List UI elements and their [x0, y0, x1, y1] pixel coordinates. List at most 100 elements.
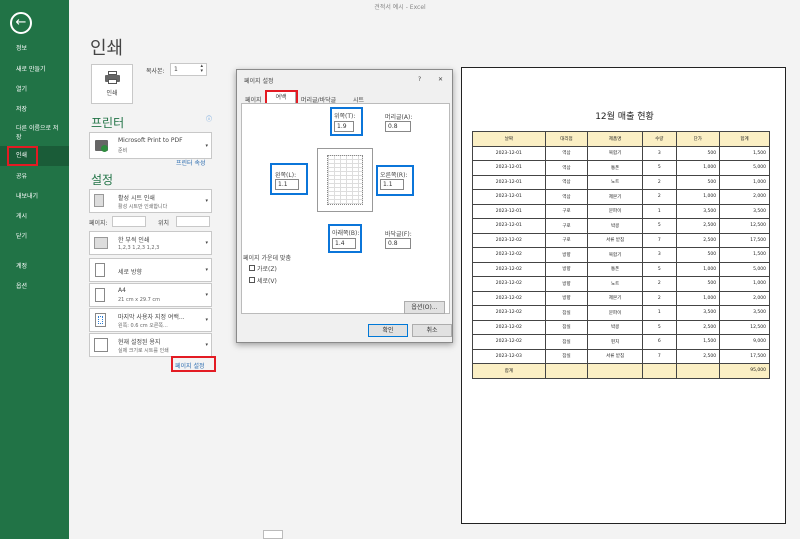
portrait-icon [95, 263, 105, 277]
table-cell: 역삼 [544, 160, 589, 176]
pages-from-input[interactable] [112, 216, 146, 227]
chevron-down-icon: ▾ [205, 342, 208, 348]
table-cell: 2 [642, 290, 677, 306]
table-cell: 2023-12-01 [472, 160, 546, 176]
page-setup-dialog: 페이지 설정 ? ✕ 페이지 여백 머리글/바닥글 시트 위쪽(T): 1.9 … [236, 69, 453, 343]
orientation-select[interactable]: 세로 방향 ▾ [89, 258, 212, 282]
paper-size-title: A4 [118, 287, 126, 294]
table-cell: 2023-12-02 [472, 247, 546, 263]
sidebar-item-open[interactable]: 열기 [0, 85, 69, 94]
help-icon[interactable]: ? [418, 76, 421, 83]
table-cell: 문파이 [587, 203, 644, 219]
collate-icon [94, 237, 108, 249]
collate-select[interactable]: 한 부씩 인쇄 1,2,3 1,2,3 1,2,3 ▾ [89, 231, 212, 255]
table-row: 2023-12-01 구로 문파이 1 3,500 3,500 [472, 203, 770, 219]
scaling-select[interactable]: 현재 설정된 용지 실제 크기로 시트를 인쇄 ▾ [89, 333, 212, 357]
sidebar-item-publish[interactable]: 게시 [0, 212, 69, 221]
pages-to-label: 위치 [158, 220, 170, 227]
table-cell: 제본기 [587, 189, 644, 205]
table-cell: 5,000 [719, 160, 770, 176]
table-cell: 7 [642, 232, 677, 248]
close-icon[interactable]: ✕ [438, 76, 443, 83]
table-cell: 5 [642, 218, 677, 234]
sidebar-item-export[interactable]: 내보내기 [0, 192, 69, 201]
table-cell: 역삼 [544, 189, 589, 205]
total-row: 합계 95,000 [472, 363, 770, 379]
column-header: 제품명 [587, 131, 644, 147]
column-header: 수량 [642, 131, 677, 147]
printer-properties-link[interactable]: 프린터 속성 [176, 158, 206, 167]
print-preview-page: 12월 매출 현황 날짜 대리점 제품명 수량 단가 합계 2023-12-01 역삼 복합기… [461, 67, 786, 524]
sheet-icon [94, 194, 104, 207]
table-cell: 500 [675, 247, 721, 263]
table-cell: 2023-12-01 [472, 189, 546, 205]
ok-button[interactable]: 확인 [368, 324, 408, 337]
table-cell: 2 [642, 189, 677, 205]
printer-select[interactable]: Microsoft Print to PDF 준비 ▾ [89, 132, 212, 159]
table-cell: 5 [642, 160, 677, 176]
header-margin-input[interactable]: 0.8 [385, 121, 411, 132]
print-button[interactable]: 인쇄 [91, 64, 133, 104]
table-row: 2023-12-02 방향 노트 2 500 1,000 [472, 276, 770, 292]
sidebar-item-close[interactable]: 닫기 [0, 232, 69, 241]
dialog-title: 페이지 설정 [244, 78, 274, 85]
sidebar-item-save[interactable]: 저장 [0, 105, 69, 114]
printer-heading: 프린터 [91, 116, 125, 130]
table-cell: 1,000 [719, 174, 770, 190]
table-cell: 서류 받침 [587, 232, 644, 248]
margins-select[interactable]: 마지막 사용자 지정 여백... 왼쪽: 0.6 cm 오른쪽... ▾ [89, 308, 212, 332]
table-cell: 2,000 [719, 189, 770, 205]
chevron-down-icon: ▾ [205, 267, 208, 273]
back-arrow-icon[interactable]: ← [10, 12, 32, 34]
table-cell: 방향 [544, 247, 589, 263]
sidebar-item-account[interactable]: 계정 [0, 262, 69, 271]
table-cell: 12,500 [719, 218, 770, 234]
sidebar-item-options[interactable]: 옵션 [0, 282, 69, 291]
print-scope-select[interactable]: 활성 시트 인쇄 활성 시트만 인쇄합니다 ▾ [89, 189, 212, 213]
table-cell: 1,000 [675, 189, 721, 205]
vertical-checkbox[interactable] [249, 277, 255, 283]
pages-to-input[interactable] [176, 216, 210, 227]
table-row: 2023-12-02 잠실 펀치 6 1,500 9,000 [472, 334, 770, 350]
copies-label: 복사본: [146, 68, 165, 75]
table-row: 2023-12-01 역삼 제본기 2 1,000 2,000 [472, 189, 770, 205]
printer-icon [105, 71, 120, 84]
table-cell: 3,500 [719, 305, 770, 321]
info-icon[interactable]: ⓘ [206, 114, 212, 123]
table-cell: 복합기 [587, 247, 644, 263]
scaling-sub: 실제 크기로 시트를 인쇄 [118, 348, 169, 354]
printer-device-icon [95, 140, 108, 152]
table-cell: 1,000 [719, 276, 770, 292]
copies-input[interactable]: 1 ▴ ▾ [170, 63, 207, 76]
table-cell: 역삼 [544, 145, 589, 161]
sidebar-item-new[interactable]: 새로 만들기 [0, 65, 69, 74]
footer-margin-input[interactable]: 0.8 [385, 238, 411, 249]
column-header: 날짜 [472, 131, 546, 147]
margins-icon [95, 313, 106, 327]
table-cell: 박콩 [587, 319, 644, 335]
bottom-margin-highlight [328, 224, 362, 253]
page-number-box[interactable] [263, 530, 283, 539]
options-button[interactable]: 옵션(O)... [404, 301, 445, 314]
window-title: 견적서 예시 - Excel [374, 4, 426, 11]
cancel-button[interactable]: 취소 [412, 324, 452, 337]
table-row: 2023-12-01 역삼 노트 2 500 1,000 [472, 174, 770, 190]
sidebar-item-save-as[interactable]: 다른 이름으로 저장 [0, 124, 62, 142]
table-cell: 2,000 [719, 290, 770, 306]
table-row: 2023-12-02 구로 서류 받침 7 2,500 17,500 [472, 232, 770, 248]
table-cell: 2023-12-01 [472, 145, 546, 161]
table-cell: 5,000 [719, 261, 770, 277]
spin-up-down-icon[interactable]: ▴ ▾ [200, 64, 203, 74]
table-cell: 2,500 [675, 232, 721, 248]
margin-preview-page [317, 148, 373, 212]
margins-sub: 왼쪽: 0.6 cm 오른쪽... [118, 323, 168, 329]
table-cell: 1,000 [675, 160, 721, 176]
backstage-sidebar: ← 정보 새로 만들기 열기 저장 다른 이름으로 저장 인쇄 공유 내보내기 … [0, 0, 69, 539]
collate-title: 한 부씩 인쇄 [118, 237, 150, 244]
table-cell: 2,500 [675, 348, 721, 364]
paper-size-select[interactable]: A4 21 cm x 29.7 cm ▾ [89, 283, 212, 307]
sidebar-item-info[interactable]: 정보 [0, 44, 69, 53]
horizontal-checkbox[interactable] [249, 265, 255, 271]
chevron-down-icon: ▾ [205, 317, 208, 323]
sidebar-item-share[interactable]: 공유 [0, 172, 69, 181]
